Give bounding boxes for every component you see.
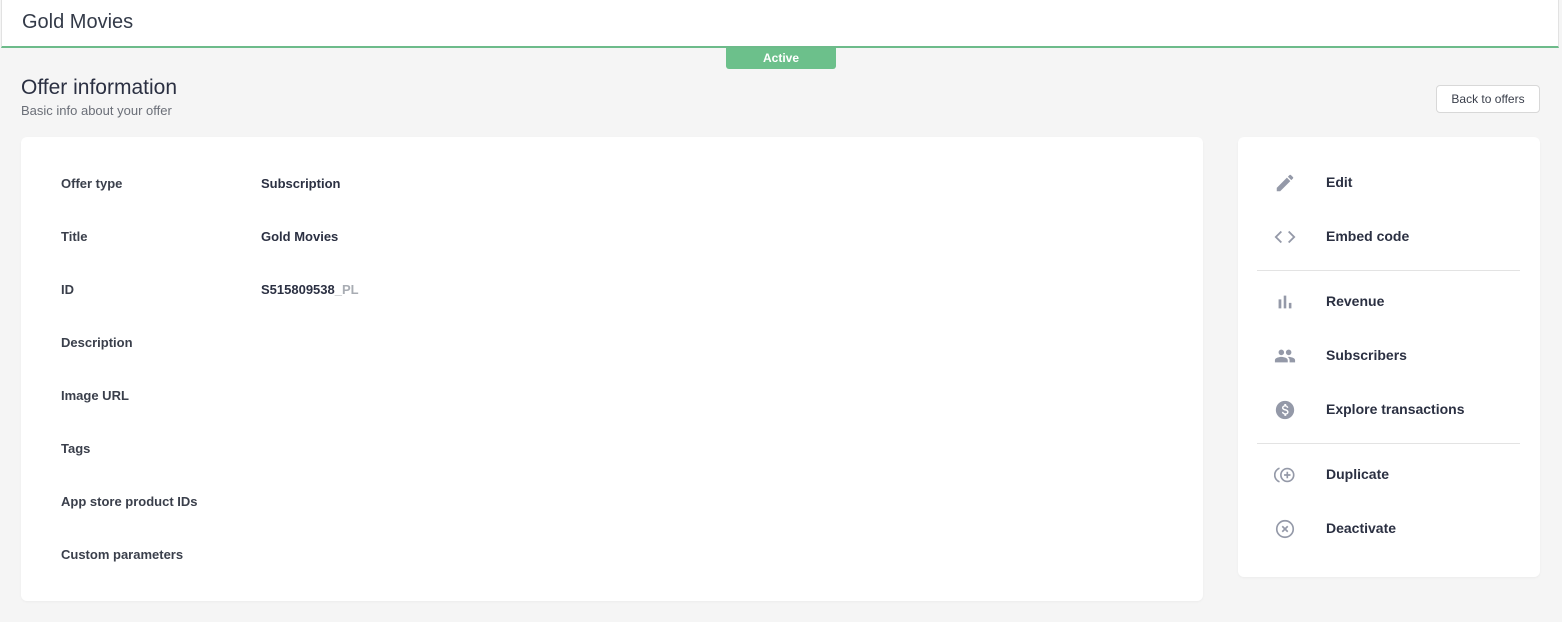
page-subtitle: Basic info about your offer [21,103,172,118]
action-embed-code[interactable]: Embed code [1258,217,1520,257]
info-row-app-store-product-ids: App store product IDs [61,494,1161,514]
info-row-offer-type: Offer type Subscription [61,176,1161,196]
actions-divider [1257,270,1520,271]
action-label: Edit [1326,174,1353,190]
actions-divider [1257,443,1520,444]
action-label: Subscribers [1326,347,1407,363]
action-subscribers[interactable]: Subscribers [1258,336,1520,376]
info-label: Tags [61,441,91,456]
action-label: Embed code [1326,228,1410,244]
offer-info-card: Offer type Subscription Title Gold Movie… [21,137,1203,601]
info-label: ID [61,282,74,297]
info-row-image-url: Image URL [61,388,1161,408]
info-row-id: ID S515809538_PL [61,282,1161,302]
pencil-icon [1273,171,1297,195]
dollar-icon [1273,398,1297,422]
action-label: Explore transactions [1326,401,1465,417]
info-label: Image URL [61,388,129,403]
info-row-title: Title Gold Movies [61,229,1161,249]
action-label: Duplicate [1326,466,1390,482]
action-duplicate[interactable]: Duplicate [1258,455,1520,495]
close-circle-icon [1273,517,1297,541]
bar-chart-icon [1273,290,1297,314]
info-label: Description [61,335,133,350]
actions-card: Edit Embed code Revenue Subscribers Expl… [1238,137,1540,577]
info-row-description: Description [61,335,1161,355]
offer-name-title: Gold Movies [22,11,134,33]
info-label: Title [61,229,88,244]
page-title: Offer information [21,76,178,99]
back-to-offers-button[interactable]: Back to offers [1436,85,1540,113]
top-bar: Gold Movies [1,0,1559,48]
status-badge: Active [726,48,836,69]
info-label: App store product IDs [61,494,198,509]
action-revenue[interactable]: Revenue [1258,282,1520,322]
info-label: Custom parameters [61,547,184,562]
id-suffix: _PL [334,282,359,297]
info-value: Subscription [261,176,340,191]
action-explore-transactions[interactable]: Explore transactions [1258,390,1520,430]
action-edit[interactable]: Edit [1258,163,1520,203]
action-label: Deactivate [1326,520,1397,536]
code-icon [1273,225,1297,249]
info-value: Gold Movies [261,229,338,244]
info-value-text: Subscription [261,176,341,191]
info-value: S515809538_PL [261,282,359,297]
people-icon [1273,344,1297,368]
info-value-text: Gold Movies [261,229,339,244]
info-row-tags: Tags [61,441,1161,461]
info-label: Offer type [61,176,123,191]
duplicate-icon [1273,463,1297,487]
action-deactivate[interactable]: Deactivate [1258,509,1520,549]
info-row-custom-parameters: Custom parameters [61,547,1161,567]
info-value-text: S515809538 [261,282,335,297]
action-label: Revenue [1326,293,1385,309]
